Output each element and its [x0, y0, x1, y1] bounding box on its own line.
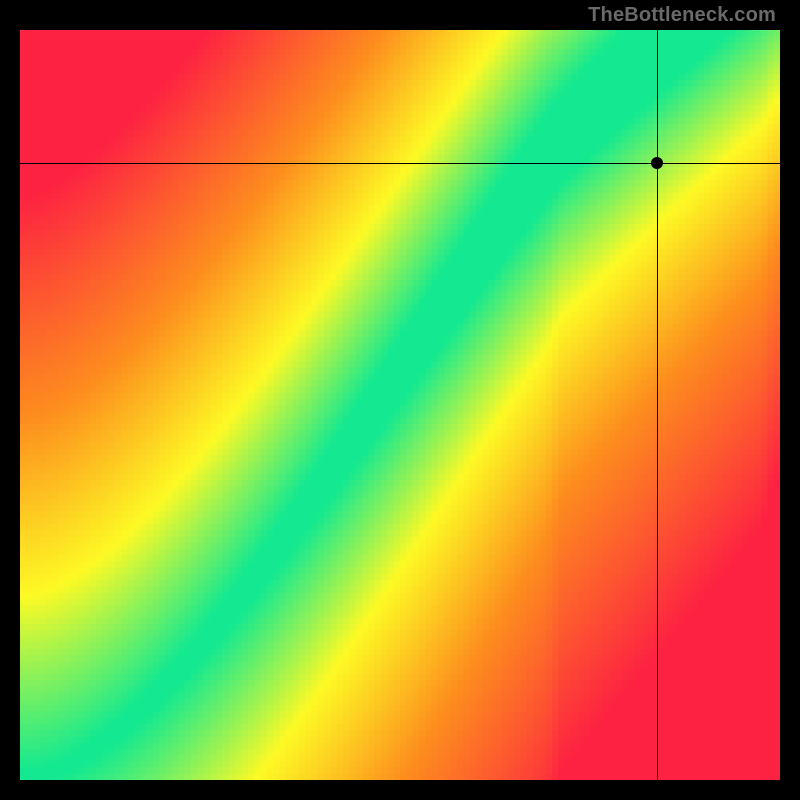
chart-container: TheBottleneck.com: [0, 0, 800, 800]
heatmap-canvas: [20, 30, 780, 780]
watermark-text: TheBottleneck.com: [588, 4, 776, 27]
heatmap-plot: [20, 30, 780, 780]
